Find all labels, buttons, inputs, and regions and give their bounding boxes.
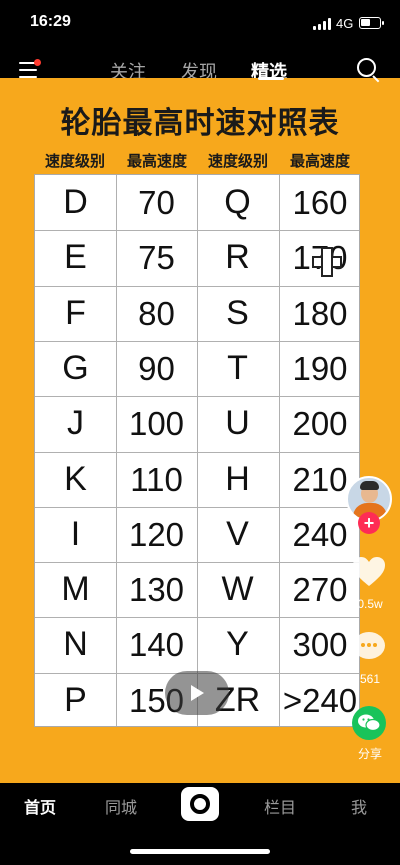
speed-rating-cell: V [226, 515, 249, 553]
nav-me[interactable]: 我 [329, 794, 389, 818]
create-button[interactable] [181, 787, 219, 821]
play-button[interactable] [165, 671, 229, 715]
signal-icon [313, 18, 331, 30]
max-speed-cell: 90 [138, 349, 175, 387]
max-speed-cell: 80 [138, 294, 175, 332]
search-icon[interactable] [357, 58, 381, 83]
notification-dot [34, 59, 41, 66]
max-speed-cell: 160 [292, 183, 348, 221]
max-speed-cell: 75 [138, 238, 175, 276]
battery-icon [359, 17, 384, 29]
speed-rating-cell: Y [226, 625, 249, 663]
max-speed-cell: 240 [292, 515, 348, 553]
speed-rating-cell: U [225, 404, 250, 442]
speed-rating-cell: S [226, 294, 249, 332]
wechat-share-icon[interactable] [352, 706, 386, 740]
header-max-speed: 最高速度 [289, 152, 350, 170]
active-tab-indicator [258, 77, 284, 80]
speed-rating-cell: I [70, 515, 81, 553]
max-speed-cell: 110 [130, 460, 183, 498]
max-speed-cell: 100 [128, 404, 185, 442]
speed-rating-cell: Q [224, 183, 251, 221]
speed-rating-cell: N [63, 625, 88, 663]
speed-rating-cell: K [64, 460, 87, 498]
create-icon [190, 794, 210, 814]
home-indicator [130, 849, 270, 854]
comment-icon[interactable] [353, 632, 385, 662]
header-speed-rating: 速度级别 [44, 152, 105, 170]
speed-rating-cell: R [225, 238, 250, 276]
speed-rating-cell: T [227, 349, 248, 387]
max-speed-cell: 120 [128, 515, 185, 553]
speed-rating-cell: E [64, 238, 87, 276]
video-title: 轮胎最高时速对照表 [60, 106, 340, 141]
like-heart-icon[interactable] [352, 556, 386, 588]
header-max-speed: 最高速度 [126, 152, 187, 170]
status-time: 16:29 [30, 13, 71, 30]
speed-rating-cell: P [64, 681, 87, 719]
comment-count: 561 [359, 672, 381, 686]
like-count: 0.5w [357, 597, 383, 611]
play-icon [191, 685, 204, 701]
speed-rating-cell: F [65, 294, 86, 332]
video-player[interactable]: 轮胎最高时速对照表 速度级别 最高速度 速度级别 最高速度 D 70 Q 160 E 75… [0, 78, 400, 783]
max-speed-cell: 140 [128, 625, 185, 663]
speed-rating-cell: H [225, 460, 250, 498]
max-speed-cell: 70 [138, 183, 175, 221]
follow-button[interactable]: + [358, 512, 380, 534]
nav-nearby[interactable]: 同城 [91, 794, 151, 818]
cursor-cross-icon [308, 243, 346, 281]
nav-home[interactable]: 首页 [10, 794, 70, 818]
nav-channels[interactable]: 栏目 [250, 794, 310, 818]
bottom-nav: 首页 同城 栏目 我 [0, 783, 400, 865]
max-speed-cell: 180 [292, 294, 348, 332]
network-label: 4G [336, 16, 354, 31]
hamburger-menu-icon[interactable] [19, 59, 41, 78]
speed-rating-cell: G [62, 349, 89, 387]
max-speed-cell: 130 [128, 570, 185, 608]
speed-rating-cell: J [67, 404, 84, 442]
status-bar: 16:29 4G [0, 0, 400, 46]
speed-rating-cell: M [61, 570, 90, 608]
max-speed-cell: 300 [292, 625, 348, 663]
max-speed-cell: 190 [292, 349, 348, 387]
max-speed-cell: 200 [292, 404, 348, 442]
header-speed-rating: 速度级别 [207, 152, 268, 170]
speed-rating-cell: W [221, 570, 254, 608]
speed-rating-cell: D [63, 183, 88, 221]
share-label: 分享 [357, 747, 382, 761]
